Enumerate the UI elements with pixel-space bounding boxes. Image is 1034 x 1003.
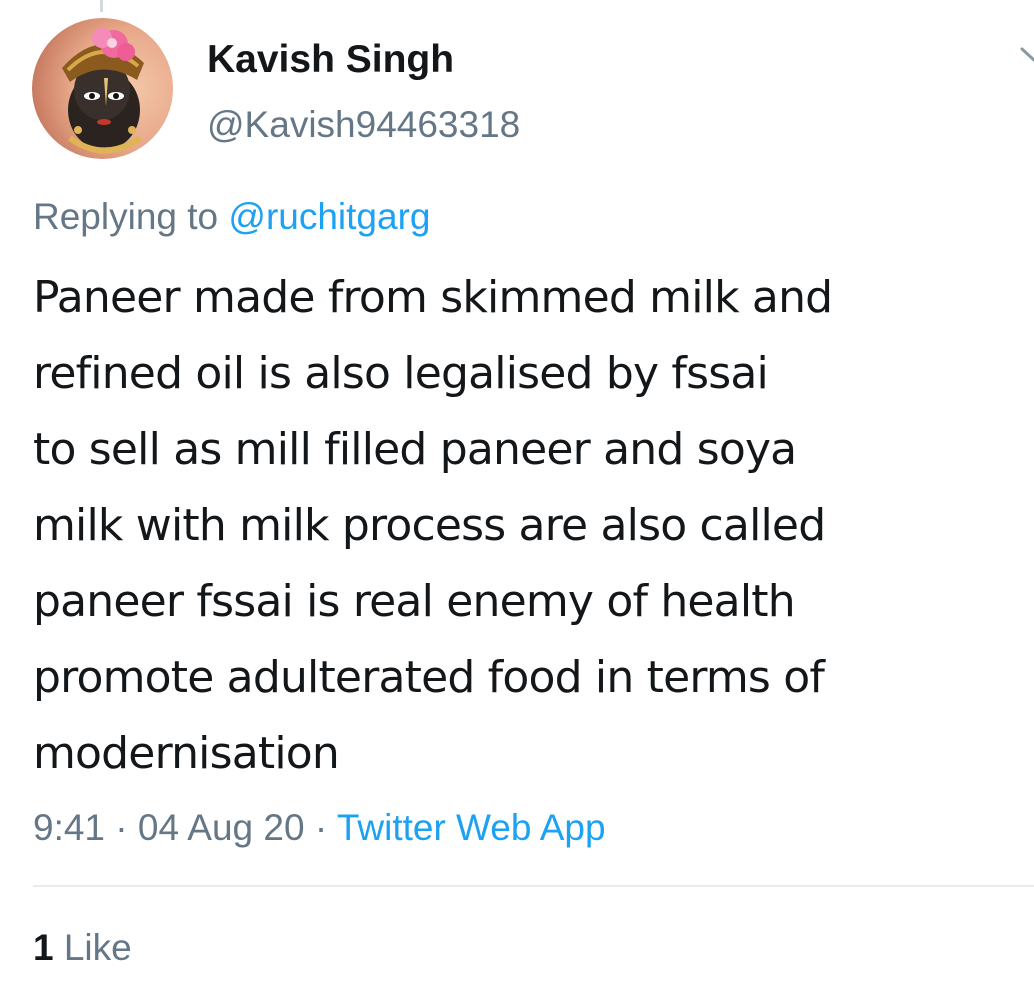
tweet-text-line: modernisation [33, 728, 340, 779]
divider [33, 885, 1034, 887]
thread-connector-line [100, 0, 103, 12]
avatar[interactable] [32, 18, 173, 159]
tweet-text-line: milk with milk process are also called [33, 500, 826, 551]
tweet-date[interactable]: 04 Aug 20 [138, 807, 305, 848]
replying-to-label: Replying to [33, 196, 219, 237]
author-handle[interactable]: @Kavish94463318 [207, 103, 520, 147]
tweet-time[interactable]: 9:41 [33, 807, 105, 848]
reply-mention-link[interactable]: @ruchitgarg [228, 196, 430, 237]
tweet-text-line: promote adulterated food in terms of [33, 652, 825, 703]
avatar-image [32, 18, 173, 159]
likes-stat[interactable]: 1 Like [33, 925, 132, 971]
meta-separator: · [115, 807, 128, 848]
tweet-text-line: paneer fssai is real enemy of health [33, 576, 796, 627]
tweet-text-line: Paneer made from skimmed milk and [33, 272, 833, 323]
tweet-metadata: 9:41 · 04 Aug 20 · Twitter Web App [33, 805, 606, 851]
tweet-source-link[interactable]: Twitter Web App [337, 807, 606, 848]
replying-to-line: Replying to @ruchitgarg [33, 194, 430, 240]
tweet-text-line: to sell as mill filled paneer and soya [33, 424, 797, 475]
tweet-text: Paneer made from skimmed milk and refine… [33, 260, 1033, 792]
tweet-text-line: refined oil is also legalised by fssai [33, 348, 769, 399]
tweet-menu-button[interactable] [1016, 45, 1034, 65]
author-display-name[interactable]: Kavish Singh [207, 37, 454, 83]
chevron-down-icon [1020, 47, 1034, 62]
likes-label: Like [63, 927, 132, 968]
meta-separator: · [314, 807, 328, 848]
likes-count: 1 [33, 927, 54, 968]
